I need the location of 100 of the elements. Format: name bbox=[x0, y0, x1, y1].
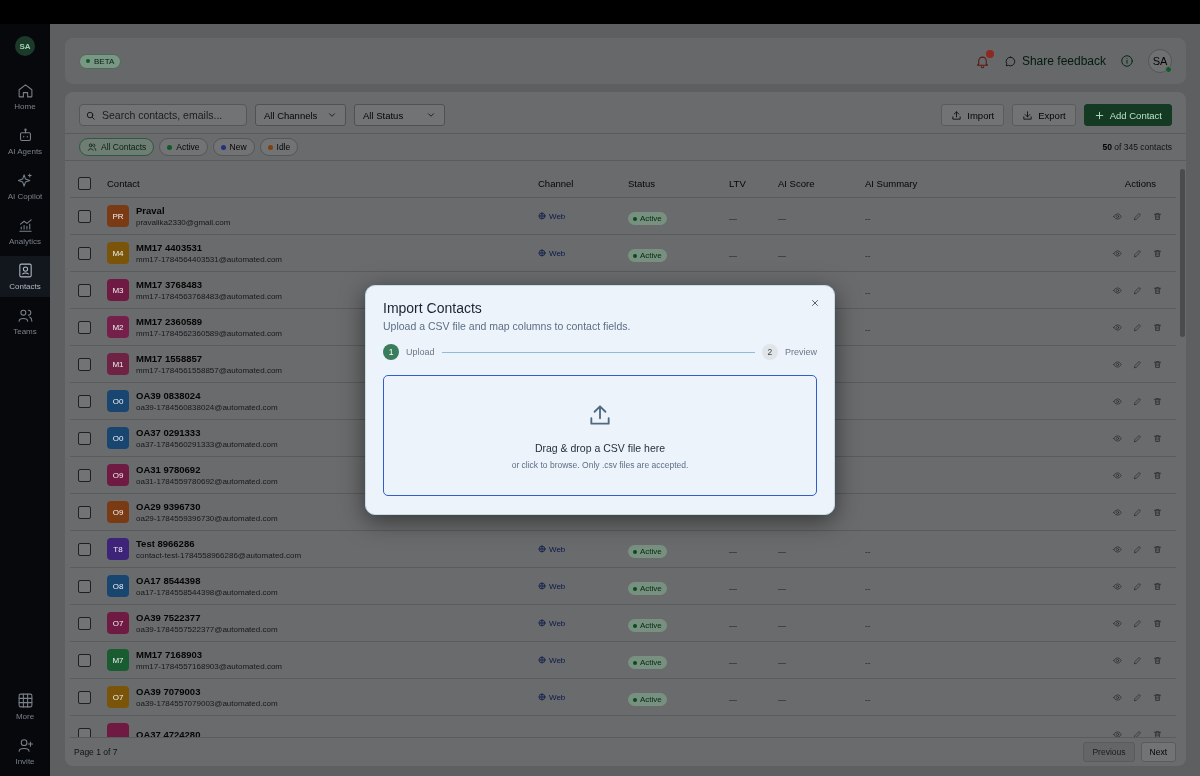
row-checkbox[interactable] bbox=[78, 653, 91, 667]
pencil-icon[interactable] bbox=[1133, 581, 1142, 591]
channel-label: Web bbox=[538, 618, 628, 628]
row-checkbox[interactable] bbox=[78, 690, 91, 704]
scrollbar[interactable] bbox=[1180, 169, 1185, 337]
row-checkbox[interactable] bbox=[78, 320, 91, 334]
column-header: AI Score bbox=[778, 177, 816, 189]
row-checkbox[interactable] bbox=[78, 505, 91, 519]
row-checkbox[interactable] bbox=[78, 246, 91, 260]
info-icon[interactable] bbox=[1120, 54, 1134, 68]
pencil-icon[interactable] bbox=[1133, 322, 1142, 332]
row-checkbox[interactable] bbox=[78, 209, 91, 223]
filter-dropdown[interactable]: All Status bbox=[354, 104, 445, 126]
row-checkbox[interactable] bbox=[78, 357, 91, 371]
trash-icon[interactable] bbox=[1153, 729, 1162, 737]
trash-icon[interactable] bbox=[1153, 507, 1162, 517]
trash-icon[interactable] bbox=[1153, 285, 1162, 295]
view-icon[interactable] bbox=[1113, 692, 1122, 702]
row-checkbox[interactable] bbox=[78, 394, 91, 408]
view-icon[interactable] bbox=[1113, 470, 1122, 480]
search-field[interactable]: Search contacts, emails... bbox=[79, 104, 247, 126]
row-checkbox[interactable] bbox=[78, 283, 91, 297]
pencil-icon[interactable] bbox=[1133, 507, 1142, 517]
user-avatar[interactable]: SA bbox=[15, 36, 35, 56]
view-icon[interactable] bbox=[1113, 729, 1122, 737]
view-icon[interactable] bbox=[1113, 248, 1122, 258]
trash-icon[interactable] bbox=[1153, 433, 1162, 443]
filter-dropdown[interactable]: All Channels bbox=[255, 104, 346, 126]
row-checkbox[interactable] bbox=[78, 431, 91, 445]
view-icon[interactable] bbox=[1113, 618, 1122, 628]
trash-icon[interactable] bbox=[1153, 618, 1162, 628]
view-icon[interactable] bbox=[1113, 322, 1122, 332]
contact-email: oa29-1784559396730@automated.com bbox=[136, 514, 278, 523]
sidebar-item[interactable]: Home bbox=[0, 76, 50, 117]
channel-label: Web bbox=[538, 211, 628, 221]
pencil-icon[interactable] bbox=[1133, 692, 1142, 702]
sidebar-item[interactable]: Teams bbox=[0, 301, 50, 342]
people-icon bbox=[87, 142, 97, 152]
view-icon[interactable] bbox=[1113, 581, 1122, 591]
pencil-icon[interactable] bbox=[1133, 248, 1142, 258]
chevron-down-icon bbox=[327, 110, 337, 120]
view-icon[interactable] bbox=[1113, 285, 1122, 295]
pencil-icon[interactable] bbox=[1133, 470, 1142, 480]
pencil-icon[interactable] bbox=[1133, 655, 1142, 665]
sidebar-item[interactable]: Contacts bbox=[0, 256, 50, 297]
contact-email: mm17-1784564403531@automated.com bbox=[136, 255, 282, 264]
filter-chip[interactable]: All Contacts bbox=[79, 138, 155, 156]
file-drop-zone[interactable]: Drag & drop a CSV file here or click to browse. Only .csv files are accepted. bbox=[383, 375, 817, 496]
view-icon[interactable] bbox=[1113, 359, 1122, 369]
next-button[interactable]: Next bbox=[1140, 742, 1176, 762]
user-avatar[interactable]: SA bbox=[1148, 49, 1172, 73]
share-feedback-button[interactable]: Share feedback bbox=[1003, 54, 1106, 68]
sidebar-item[interactable]: AI Copilot bbox=[0, 166, 50, 207]
contact-name: MM17 4403531 bbox=[136, 242, 204, 253]
filter-chip[interactable]: Active bbox=[159, 138, 208, 156]
search-icon bbox=[85, 109, 96, 121]
select-all-checkbox[interactable] bbox=[78, 176, 91, 190]
filter-chip[interactable]: New bbox=[212, 138, 255, 156]
sidebar-item[interactable]: AI Agents bbox=[0, 121, 50, 162]
trash-icon[interactable] bbox=[1153, 396, 1162, 406]
pencil-icon[interactable] bbox=[1133, 729, 1142, 737]
filter-chip[interactable]: Idle bbox=[259, 138, 299, 156]
trash-icon[interactable] bbox=[1153, 248, 1162, 258]
trash-icon[interactable] bbox=[1153, 544, 1162, 554]
trash-icon[interactable] bbox=[1153, 655, 1162, 665]
contact-name: OA39 0838024 bbox=[136, 390, 202, 401]
row-checkbox[interactable] bbox=[78, 468, 91, 482]
trash-icon[interactable] bbox=[1153, 470, 1162, 480]
row-checkbox[interactable] bbox=[78, 616, 91, 630]
trash-icon[interactable] bbox=[1153, 359, 1162, 369]
pencil-icon[interactable] bbox=[1133, 211, 1142, 221]
pencil-icon[interactable] bbox=[1133, 618, 1142, 628]
pencil-icon[interactable] bbox=[1133, 285, 1142, 295]
row-checkbox[interactable] bbox=[78, 727, 91, 737]
row-checkbox[interactable] bbox=[78, 542, 91, 556]
view-icon[interactable] bbox=[1113, 433, 1122, 443]
sidebar-item[interactable]: Analytics bbox=[0, 211, 50, 252]
view-icon[interactable] bbox=[1113, 211, 1122, 221]
contact-count: 50 of 345 contacts bbox=[1102, 142, 1172, 152]
view-icon[interactable] bbox=[1113, 544, 1122, 554]
pencil-icon[interactable] bbox=[1133, 359, 1142, 369]
export-button[interactable]: Export bbox=[1012, 104, 1076, 126]
view-icon[interactable] bbox=[1113, 507, 1122, 517]
contact-name: OA17 8544398 bbox=[136, 575, 202, 586]
pencil-icon[interactable] bbox=[1133, 544, 1142, 554]
sidebar-item[interactable]: Invite bbox=[0, 731, 50, 772]
add-contact-button[interactable]: Add Contact bbox=[1083, 104, 1172, 126]
trash-icon[interactable] bbox=[1153, 581, 1162, 591]
view-icon[interactable] bbox=[1113, 655, 1122, 665]
sidebar-item[interactable]: More bbox=[0, 686, 50, 727]
view-icon[interactable] bbox=[1113, 396, 1122, 406]
import-button[interactable]: Import bbox=[941, 104, 1005, 126]
row-checkbox[interactable] bbox=[78, 579, 91, 593]
trash-icon[interactable] bbox=[1153, 322, 1162, 332]
globe-icon bbox=[538, 212, 546, 220]
trash-icon[interactable] bbox=[1153, 211, 1162, 221]
step-number: 2 bbox=[762, 344, 778, 360]
pencil-icon[interactable] bbox=[1133, 396, 1142, 406]
pencil-icon[interactable] bbox=[1133, 433, 1142, 443]
trash-icon[interactable] bbox=[1153, 692, 1162, 702]
